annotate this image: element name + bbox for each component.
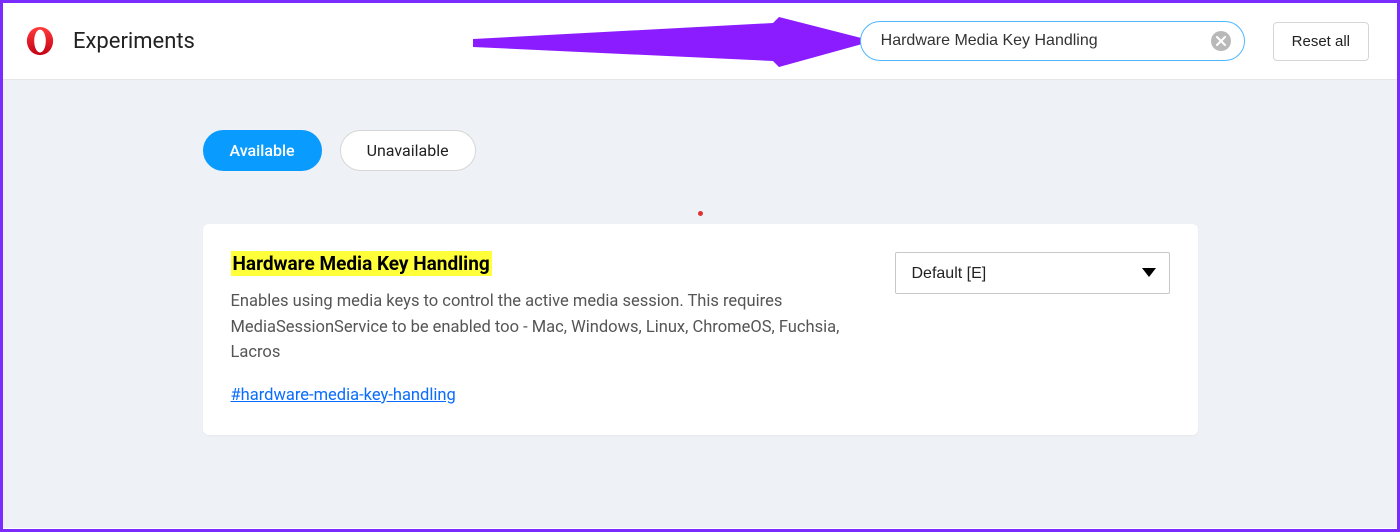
close-icon: [1216, 36, 1226, 46]
page-title: Experiments: [73, 29, 195, 54]
arrow-annotation-icon: [473, 17, 873, 77]
tab-unavailable[interactable]: Unavailable: [340, 130, 476, 171]
search-field-wrap: [860, 21, 1245, 61]
header: Experiments Reset all: [3, 3, 1397, 80]
search-input[interactable]: [860, 21, 1245, 61]
opera-logo-icon: [25, 26, 55, 56]
tabs: Available Unavailable: [203, 130, 1198, 171]
flag-title: Hardware Media Key Handling: [231, 251, 492, 276]
flag-select-wrap: Default [E]: [895, 252, 1170, 294]
flag-description: Enables using media keys to control the …: [231, 289, 851, 366]
clear-search-button[interactable]: [1211, 31, 1231, 51]
reset-all-button[interactable]: Reset all: [1273, 22, 1369, 61]
flag-card: Hardware Media Key Handling Enables usin…: [203, 224, 1198, 435]
tab-available[interactable]: Available: [203, 130, 322, 171]
flag-permalink[interactable]: #hardware-media-key-handling: [231, 386, 456, 405]
content-area: Available Unavailable Hardware Media Key…: [3, 80, 1397, 528]
annotation-dot-icon: [698, 211, 703, 216]
flag-state-select[interactable]: Default [E]: [895, 252, 1170, 294]
